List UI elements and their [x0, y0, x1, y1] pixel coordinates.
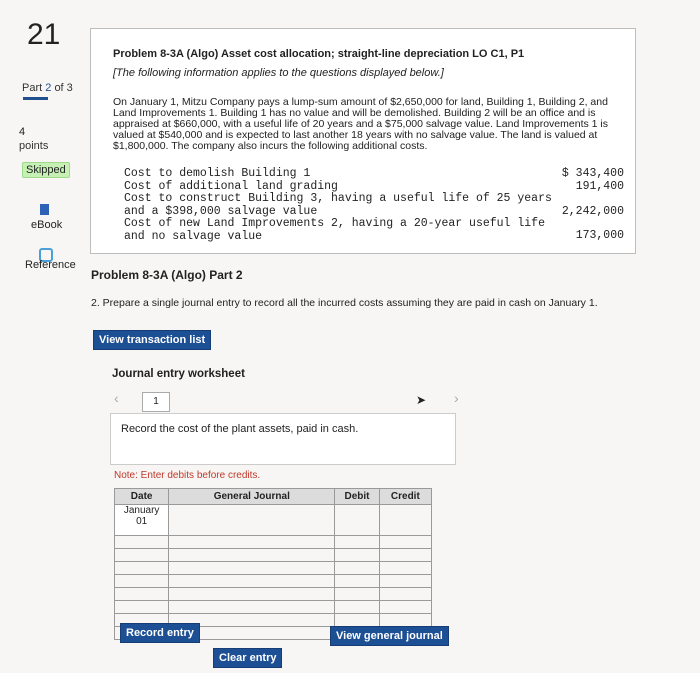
journal-worksheet: Journal entry worksheet ‹ 1 ➤ › Record t… — [104, 353, 473, 666]
cost-label: Cost to construct Building 3, having a u… — [124, 192, 552, 218]
account-input[interactable] — [168, 561, 336, 575]
table-row — [113, 561, 433, 575]
view-transaction-list-button[interactable]: View transaction list — [93, 330, 212, 350]
debit-input[interactable] — [334, 587, 380, 601]
part-progress-bar — [23, 97, 48, 100]
question-number: 21 — [27, 18, 61, 51]
part2-heading: Problem 8-3A (Algo) Part 2 — [91, 268, 243, 282]
part-of: of 3 — [54, 82, 73, 94]
col-general-journal: General Journal — [168, 488, 336, 505]
account-input[interactable] — [168, 587, 336, 601]
points-value: 4 — [19, 126, 26, 138]
cost-row: Cost to construct Building 3, having a u… — [124, 192, 624, 218]
ebook-icon[interactable] — [40, 204, 49, 215]
debit-input[interactable] — [334, 504, 380, 536]
credit-input[interactable] — [378, 504, 433, 536]
date-cell: January 01 — [113, 504, 170, 536]
clear-entry-button[interactable]: Clear entry — [213, 648, 283, 668]
chevron-left-icon[interactable]: ‹ — [114, 390, 119, 406]
debit-input[interactable] — [334, 600, 380, 614]
credit-input[interactable] — [378, 600, 433, 614]
credit-input[interactable] — [378, 561, 433, 575]
page-number[interactable]: 1 — [142, 392, 170, 412]
table-row — [113, 548, 433, 562]
problem-info-box: Problem 8-3A (Algo) Asset cost allocatio… — [90, 28, 636, 254]
table-row — [113, 587, 433, 601]
debit-input[interactable] — [334, 548, 380, 562]
points-label: points — [19, 140, 49, 152]
entry-description-box: Record the cost of the plant assets, pai… — [110, 413, 456, 465]
problem-note: [The following information applies to th… — [113, 67, 444, 79]
cost-value: $ 343,400 — [561, 167, 624, 180]
cost-value: 2,242,000 — [561, 205, 624, 218]
date-month: January — [123, 505, 160, 516]
status-badge: Skipped — [22, 162, 70, 178]
record-entry-button[interactable]: Record entry — [120, 623, 200, 643]
cursor-icon: ➤ — [416, 393, 427, 407]
part-indicator: Part 2 of 3 — [22, 82, 73, 94]
cost-label: Cost to demolish Building 1 — [124, 167, 311, 180]
cost-value: 173,000 — [575, 229, 624, 242]
table-row: January 01 — [113, 504, 433, 536]
part-current: 2 — [45, 82, 52, 94]
question-rail: 21 Part 2 of 3 4 points Skipped eBook Re… — [0, 0, 82, 673]
journal-table: Date General Journal Debit Credit Januar… — [113, 488, 433, 640]
debit-input[interactable] — [334, 613, 380, 627]
debit-input[interactable] — [334, 561, 380, 575]
part2-instruction: 2. Prepare a single journal entry to rec… — [91, 297, 598, 309]
problem-title: Problem 8-3A (Algo) Asset cost allocatio… — [113, 48, 525, 60]
part-label: Part — [22, 82, 43, 94]
credit-input[interactable] — [378, 574, 433, 588]
account-input[interactable] — [168, 504, 336, 536]
credit-input[interactable] — [378, 613, 433, 627]
view-general-journal-button[interactable]: View general journal — [330, 626, 449, 646]
entry-description: Record the cost of the plant assets, pai… — [121, 423, 359, 435]
cost-value: 191,400 — [575, 179, 624, 193]
credit-input[interactable] — [378, 548, 433, 562]
credit-input[interactable] — [378, 535, 433, 549]
reference-link[interactable]: Reference — [25, 259, 76, 271]
account-input[interactable] — [168, 548, 336, 562]
date-day: 01 — [136, 516, 148, 527]
credit-input[interactable] — [378, 587, 433, 601]
account-input[interactable] — [168, 574, 336, 588]
problem-paragraph: On January 1, Mitzu Company pays a lump-… — [113, 96, 608, 152]
worksheet-note: Note: Enter debits before credits. — [114, 470, 261, 481]
ebook-link[interactable]: eBook — [31, 219, 62, 231]
table-row — [113, 600, 433, 614]
cost-row: Cost of new Land Improvements 2, having … — [124, 217, 624, 243]
worksheet-title: Journal entry worksheet — [112, 368, 245, 380]
col-debit: Debit — [334, 488, 380, 505]
table-row — [113, 574, 433, 588]
cost-label: Cost of new Land Improvements 2, having … — [124, 217, 545, 243]
col-credit: Credit — [378, 488, 433, 505]
additional-costs-list: Cost to demolish Building 1 $ 343,400 Co… — [124, 167, 624, 243]
debit-input[interactable] — [334, 574, 380, 588]
debit-input[interactable] — [334, 535, 380, 549]
table-row — [113, 535, 433, 549]
chevron-right-icon[interactable]: › — [454, 390, 459, 406]
cost-label: Cost of additional land grading — [124, 179, 338, 193]
account-input[interactable] — [168, 600, 336, 614]
account-input[interactable] — [168, 535, 336, 549]
col-date: Date — [113, 488, 170, 505]
